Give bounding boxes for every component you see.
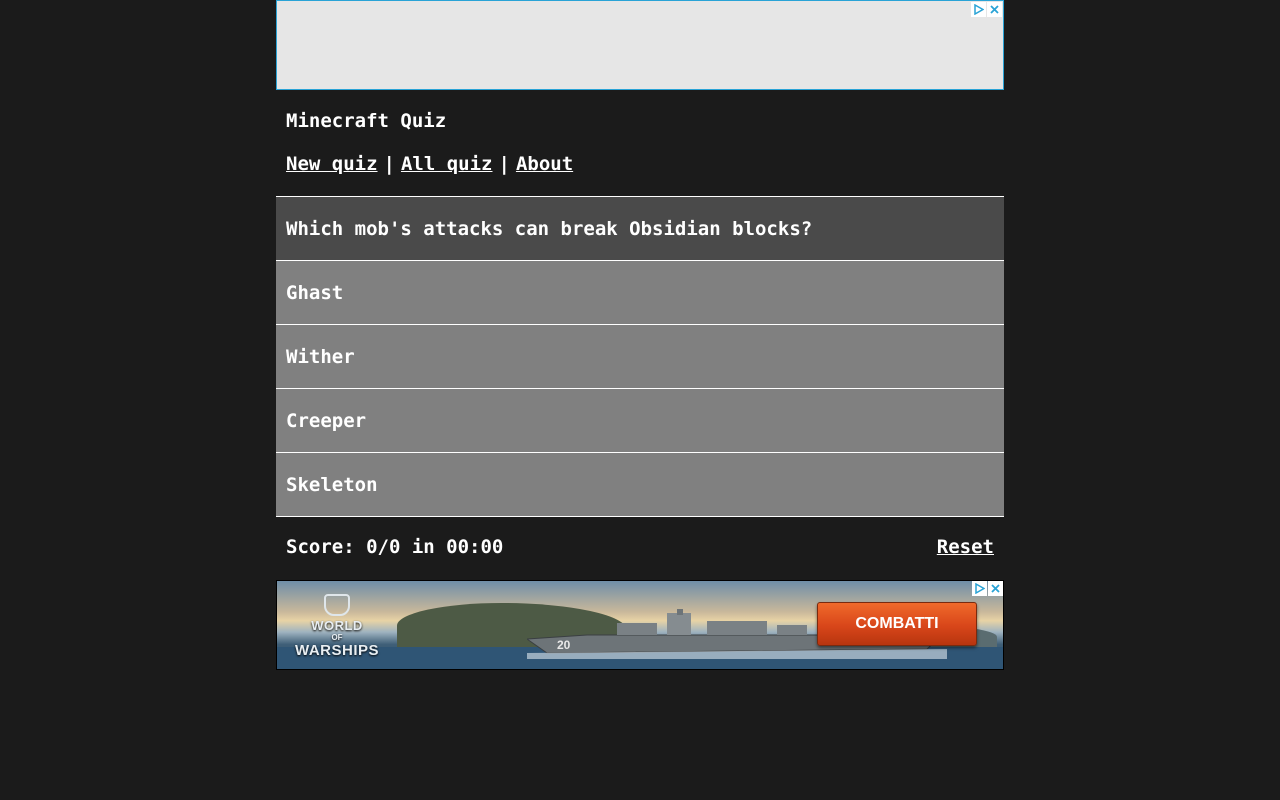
logo-line-2: OF — [331, 632, 343, 642]
bottom-ad-banner[interactable]: 20 WORLD OF WARSHIPS COMBATTI — [276, 580, 1004, 670]
answer-option-skeleton[interactable]: Skeleton — [276, 452, 1004, 516]
nav-separator: | — [383, 153, 395, 175]
top-ad-banner[interactable] — [276, 0, 1004, 90]
ad-ship-number: 20 — [557, 638, 571, 652]
adchoices-icon[interactable] — [971, 2, 986, 17]
quiz-panel: Which mob's attacks can break Obsidian b… — [276, 196, 1004, 517]
bottom-ad-controls — [972, 581, 1003, 596]
quiz-divider — [276, 516, 1004, 517]
reset-link[interactable]: Reset — [937, 536, 994, 558]
close-icon[interactable] — [988, 581, 1003, 596]
all-quiz-link[interactable]: All quiz — [401, 153, 493, 175]
score-text: Score: 0/0 in 00:00 — [286, 536, 504, 558]
anchor-shield-icon — [324, 593, 350, 616]
combatti-button[interactable]: COMBATTI — [817, 602, 977, 646]
about-link[interactable]: About — [516, 153, 573, 175]
score-bar: Score: 0/0 in 00:00 Reset — [286, 536, 994, 558]
logo-line-3: WARSHIPS — [294, 641, 379, 659]
adchoices-icon[interactable] — [972, 581, 987, 596]
answer-option-ghast[interactable]: Ghast — [276, 260, 1004, 324]
new-quiz-link[interactable]: New quiz — [286, 153, 378, 175]
close-icon[interactable] — [987, 2, 1002, 17]
main-nav: New quiz | All quiz | About — [286, 153, 573, 175]
page-container: Minecraft Quiz New quiz | All quiz | About W… — [276, 0, 1004, 670]
page-title: Minecraft Quiz — [286, 110, 447, 132]
answer-option-wither[interactable]: Wither — [276, 324, 1004, 388]
answer-option-creeper[interactable]: Creeper — [276, 388, 1004, 452]
nav-separator: | — [498, 153, 510, 175]
question-text: Which mob's attacks can break Obsidian b… — [276, 196, 1004, 260]
world-of-warships-logo: WORLD OF WARSHIPS — [293, 587, 381, 665]
top-ad-controls — [971, 2, 1002, 17]
logo-line-1: WORLD — [311, 617, 363, 633]
